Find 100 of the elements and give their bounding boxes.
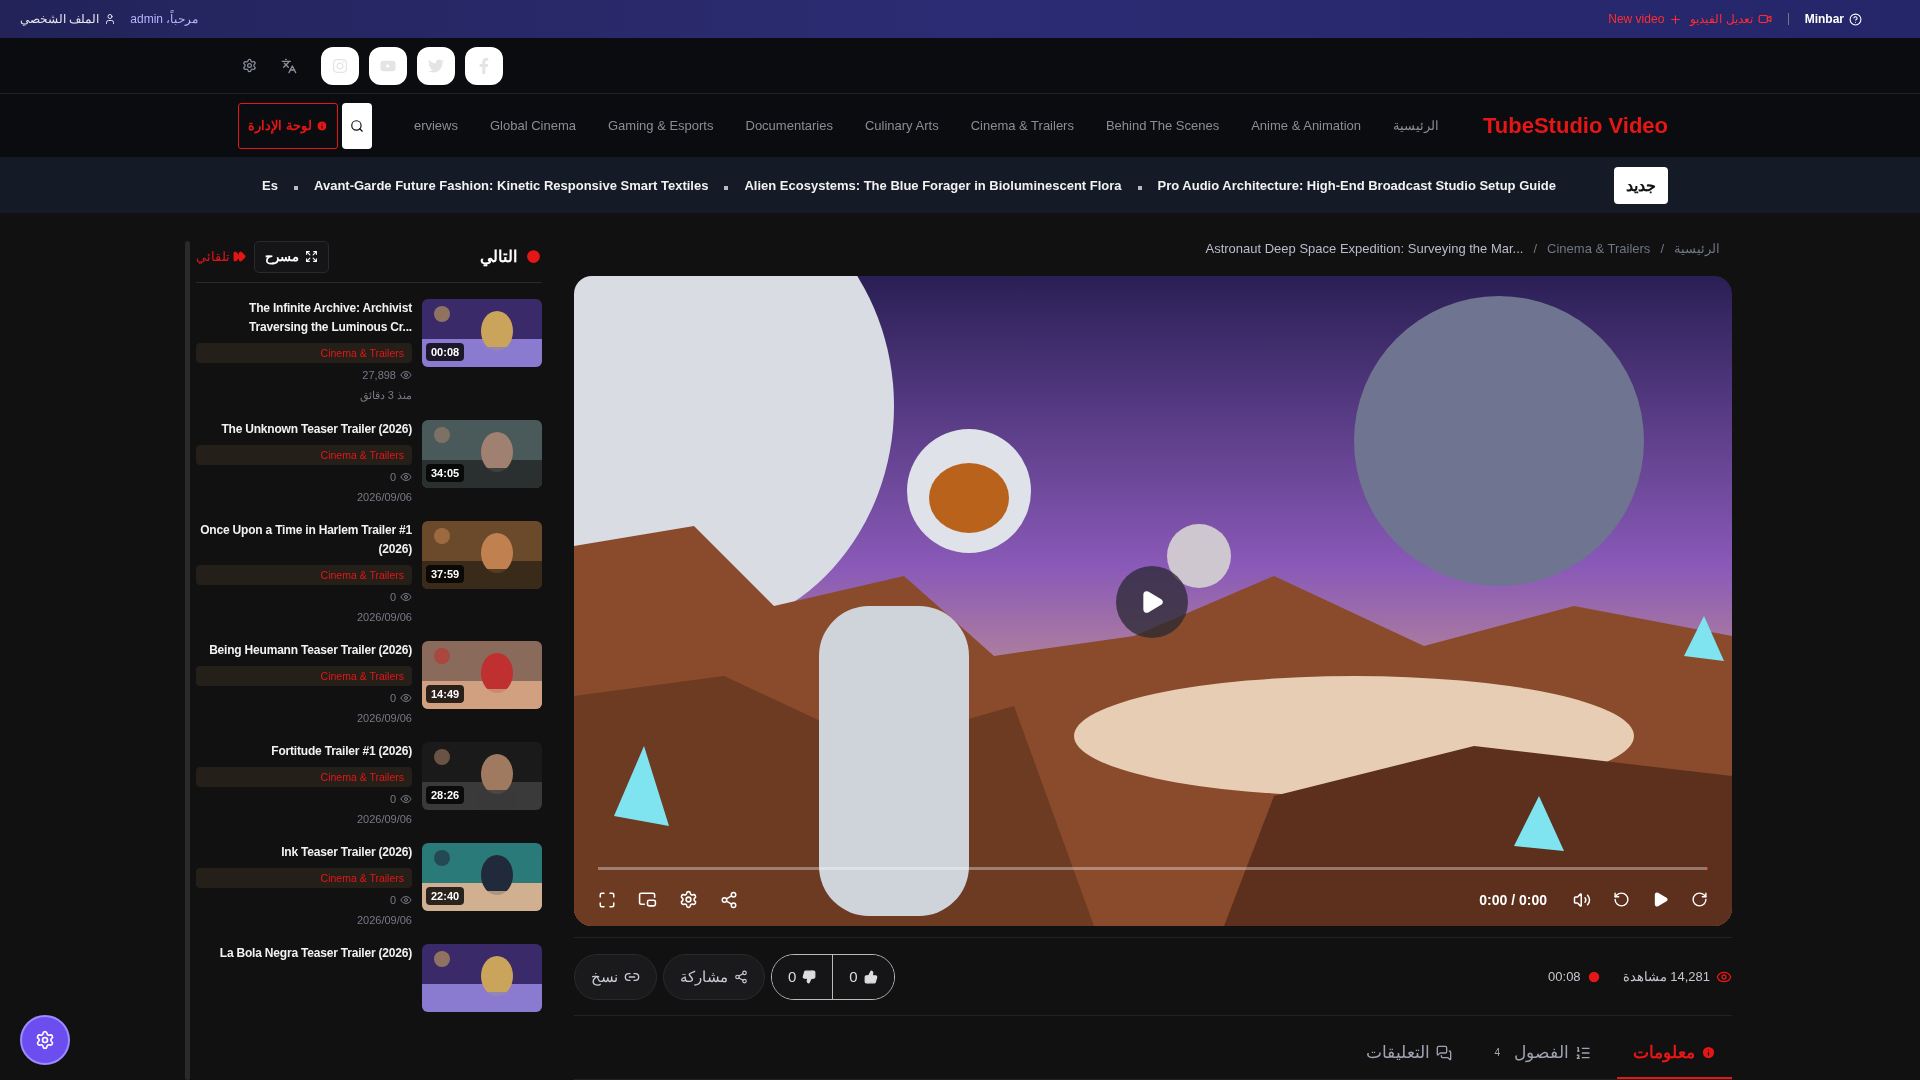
language-icon[interactable] bbox=[281, 57, 297, 74]
upload-date: 2026/09/06 bbox=[356, 712, 412, 724]
tab[interactable]: التعليقات bbox=[1350, 1042, 1469, 1079]
like-button[interactable]: 0 bbox=[833, 954, 894, 999]
settings-button[interactable] bbox=[20, 1015, 70, 1065]
nav-link[interactable]: erviews bbox=[413, 118, 458, 133]
share-icon bbox=[734, 969, 748, 984]
info-icon bbox=[1701, 1045, 1716, 1060]
video-title-link[interactable]: Once Upon a Time in Harlem Trailer #1 (2026) bbox=[196, 521, 412, 559]
view-count: 0 bbox=[389, 692, 412, 704]
eye-icon bbox=[400, 894, 412, 906]
category-tag[interactable]: Cinema & Trailers bbox=[196, 868, 412, 888]
greeting-text: مرحباً، admin bbox=[130, 12, 199, 26]
breadcrumb-link[interactable]: Cinema & Trailers bbox=[1547, 240, 1651, 256]
category-tag[interactable]: Cinema & Trailers bbox=[196, 666, 412, 686]
video-title-link[interactable]: The Infinite Archive: Archivist Traversing the Luminous Cr... bbox=[196, 299, 412, 337]
autoplay-toggle[interactable]: تلقائي bbox=[196, 249, 246, 264]
video-title-link[interactable]: Ink Teaser Trailer (2026) bbox=[196, 843, 412, 862]
tab[interactable]: معلومات bbox=[1617, 1042, 1732, 1079]
list-icon bbox=[1575, 1044, 1591, 1061]
settings-icon bbox=[679, 890, 698, 910]
video-duration: 37:59 bbox=[426, 565, 465, 583]
thumbs-down-icon bbox=[802, 969, 817, 984]
eye-icon bbox=[400, 471, 412, 483]
nav-link[interactable]: Global Cinema bbox=[490, 118, 576, 133]
edit-video-link[interactable]: تعديل الفيديو bbox=[1690, 12, 1772, 26]
dislike-button[interactable]: 0 bbox=[772, 954, 834, 999]
nav-link[interactable]: Documentaries bbox=[745, 118, 833, 133]
video-title-link[interactable]: La Bola Negra Teaser Trailer (2026) bbox=[196, 944, 412, 963]
video-title-link[interactable]: The Unknown Teaser Trailer (2026) bbox=[196, 420, 412, 439]
video-camera-icon bbox=[1757, 12, 1772, 26]
new-badge: جديد bbox=[1614, 166, 1668, 204]
info-icon bbox=[315, 119, 328, 132]
search-icon bbox=[349, 118, 364, 133]
category-tag[interactable]: Cinema & Trailers bbox=[196, 565, 412, 585]
category-tag[interactable]: Cinema & Trailers bbox=[196, 445, 412, 465]
breadcrumb-separator: / bbox=[1660, 240, 1664, 256]
site-logo[interactable]: TubeStudio Video bbox=[1483, 112, 1668, 139]
eye-icon bbox=[400, 692, 412, 704]
video-title-link[interactable]: Being Heumann Teaser Trailer (2026) bbox=[196, 641, 412, 660]
nav-link[interactable]: Culinary Arts bbox=[864, 118, 939, 133]
video-title-link[interactable]: Fortitude Trailer #1 (2026) bbox=[196, 742, 412, 761]
video-duration: 00:08 bbox=[1548, 969, 1601, 985]
upload-date: 2026/09/06 bbox=[356, 813, 412, 825]
ticker-link[interactable]: Alien Ecosystems: The Blue Forager in Bioluminescent Flora bbox=[744, 177, 1122, 193]
ticker-link[interactable]: Avant-Garde Future Fashion: Kinetic Responsive Smart Textiles bbox=[314, 177, 709, 193]
nav-link[interactable]: الرئيسية bbox=[1393, 118, 1440, 133]
theater-mode-button[interactable]: مسرح bbox=[254, 240, 329, 273]
view-count: 0 bbox=[389, 793, 412, 805]
upload-date: 2026/09/06 bbox=[356, 914, 412, 926]
view-count: 0 bbox=[389, 471, 412, 483]
view-count: 14,281 مشاهدة bbox=[1622, 968, 1732, 985]
user-icon bbox=[104, 13, 117, 25]
fullscreen-icon bbox=[598, 890, 616, 909]
forward-icon bbox=[1691, 891, 1708, 909]
fast-forward-icon bbox=[233, 250, 246, 263]
eye-icon bbox=[400, 591, 412, 603]
share-button[interactable]: مشاركة bbox=[663, 953, 765, 1000]
play-icon bbox=[1652, 891, 1669, 909]
view-count: 27,898 bbox=[362, 369, 412, 381]
nav-link[interactable]: Behind The Scenes bbox=[1105, 118, 1220, 133]
ticker-link[interactable]: Es bbox=[262, 177, 278, 193]
picture-in-picture-icon bbox=[638, 890, 657, 910]
search-button[interactable] bbox=[341, 102, 372, 149]
site-link[interactable]: Minbar bbox=[1804, 12, 1862, 26]
video-duration: 00:08 bbox=[426, 343, 465, 361]
breadcrumb-separator: / bbox=[1533, 240, 1538, 256]
eye-icon bbox=[400, 793, 412, 805]
nav-link[interactable]: Cinema & Trailers bbox=[970, 118, 1074, 133]
new-video-link[interactable]: New video bbox=[1608, 12, 1683, 26]
breadcrumb-link[interactable]: الرئيسية bbox=[1674, 240, 1720, 256]
rewind-icon bbox=[1613, 891, 1630, 909]
nav-link[interactable]: Anime & Animation bbox=[1251, 118, 1362, 133]
volume-icon bbox=[1573, 890, 1591, 909]
settings-icon[interactable] bbox=[242, 58, 257, 73]
category-tag[interactable]: Cinema & Trailers bbox=[196, 343, 412, 363]
view-count: 0 bbox=[389, 894, 412, 906]
upload-date: 2026/09/06 bbox=[356, 491, 412, 503]
admin-panel-button[interactable]: لوحة الإدارة bbox=[238, 102, 338, 149]
video-duration: 34:05 bbox=[426, 464, 465, 482]
breadcrumb-current: Astronaut Deep Space Expedition: Surveying the Mar... bbox=[1205, 240, 1524, 256]
twitter-icon[interactable] bbox=[417, 46, 455, 85]
settings-icon bbox=[35, 1030, 55, 1050]
nav-link[interactable]: Gaming & Esports bbox=[608, 118, 714, 133]
category-tag[interactable]: Cinema & Trailers bbox=[196, 767, 412, 787]
facebook-icon[interactable] bbox=[465, 46, 503, 85]
eye-icon bbox=[400, 369, 412, 381]
video-duration: 28:26 bbox=[426, 786, 465, 804]
chat-icon bbox=[1436, 1044, 1453, 1061]
thumbs-up-icon bbox=[863, 969, 878, 984]
video-duration: 22:40 bbox=[426, 887, 465, 905]
expand-icon bbox=[305, 250, 318, 263]
instagram-icon[interactable] bbox=[321, 46, 359, 85]
view-count: 0 bbox=[389, 591, 412, 603]
copy-link-button[interactable]: نسخ bbox=[574, 953, 657, 1000]
ticker-link[interactable]: Pro Audio Architecture: High-End Broadcast Studio Setup Guide bbox=[1157, 177, 1556, 193]
video-duration: 14:49 bbox=[426, 685, 465, 703]
plus-icon bbox=[1669, 12, 1683, 26]
youtube-icon[interactable] bbox=[369, 46, 407, 85]
profile-link[interactable]: الملف الشخصي bbox=[20, 12, 117, 26]
